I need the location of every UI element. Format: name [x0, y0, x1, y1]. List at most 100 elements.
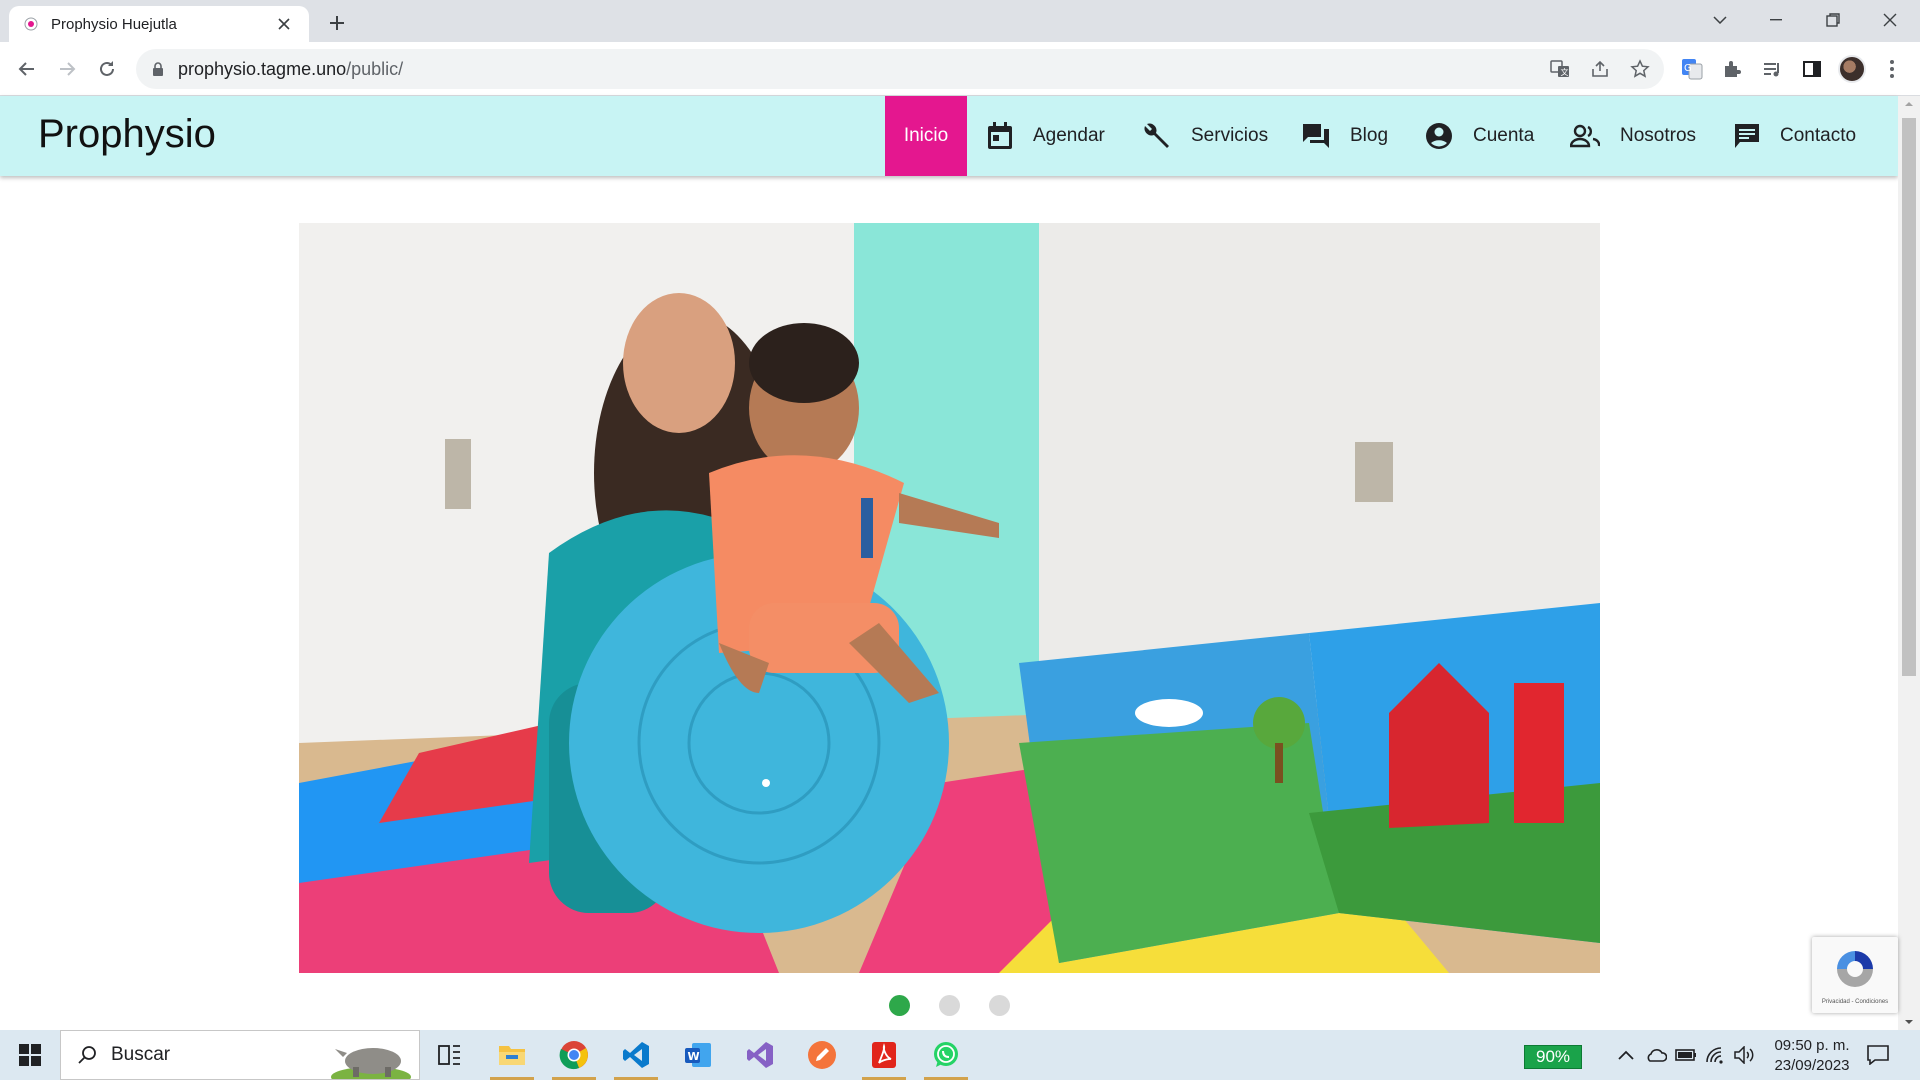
recaptcha-terms[interactable]: Privacidad - Condiciones	[1812, 999, 1898, 1005]
restore-button[interactable]	[1805, 0, 1861, 40]
tab-title: Prophysio Huejutla	[51, 15, 177, 33]
svg-text:W: W	[688, 1050, 700, 1063]
translate-icon[interactable]: 文	[1548, 57, 1572, 81]
side-panel-icon[interactable]	[1798, 55, 1826, 83]
nav-servicios-label: Servicios	[1191, 125, 1269, 146]
url-path: /public/	[346, 58, 404, 79]
nav-servicios[interactable]: Servicios	[1143, 96, 1268, 176]
acrobat-icon	[872, 1042, 896, 1068]
lock-icon[interactable]	[152, 62, 164, 76]
search-highlight-rhino-icon	[331, 1048, 411, 1079]
hero-carousel[interactable]	[299, 223, 1600, 973]
taskbar-search-box[interactable]: Buscar	[60, 1030, 420, 1080]
scroll-up-arrow-icon[interactable]	[1898, 96, 1920, 112]
url-host: prophysio.tagme.uno	[178, 58, 347, 79]
carousel-dot-1[interactable]	[888, 995, 910, 1016]
nav-nosotros-label: Nosotros	[1620, 125, 1697, 146]
forward-button[interactable]	[51, 53, 83, 85]
word-app[interactable]: W	[670, 1030, 726, 1080]
windows-taskbar: Buscar W 90% 09:50 p. m. 23/09/2023	[0, 1030, 1920, 1080]
bookmark-star-icon[interactable]	[1628, 57, 1652, 81]
calendar-icon	[988, 122, 1012, 149]
site-favicon-icon	[23, 16, 39, 32]
share-icon[interactable]	[1588, 57, 1612, 81]
browser-toolbar: prophysio.tagme.uno/public/ 文 G	[0, 42, 1920, 96]
back-button[interactable]	[11, 53, 43, 85]
nav-contacto-label: Contacto	[1780, 125, 1857, 146]
recaptcha-logo-icon	[1837, 951, 1873, 987]
chrome-menu-icon[interactable]	[1878, 55, 1906, 83]
whatsapp-app[interactable]	[918, 1030, 974, 1080]
onedrive-cloud-icon[interactable]	[1644, 1043, 1668, 1067]
close-window-button[interactable]	[1862, 0, 1918, 40]
site-brand[interactable]: Prophysio	[38, 112, 216, 157]
media-queue-icon[interactable]	[1758, 55, 1786, 83]
people-icon	[1570, 124, 1600, 148]
forum-icon	[1303, 124, 1329, 148]
carousel-dot-3[interactable]	[988, 995, 1010, 1016]
vscode-app[interactable]	[608, 1030, 664, 1080]
acrobat-app[interactable]	[856, 1030, 912, 1080]
taskbar-clock[interactable]: 09:50 p. m. 23/09/2023	[1766, 1036, 1858, 1076]
clock-date: 23/09/2023	[1774, 1057, 1850, 1074]
browser-tab[interactable]: Prophysio Huejutla	[9, 6, 309, 42]
chat-icon	[1735, 124, 1759, 148]
nav-cuenta[interactable]: Cuenta	[1425, 96, 1534, 176]
battery-icon[interactable]	[1674, 1043, 1698, 1067]
clock-time: 09:50 p. m.	[1774, 1037, 1850, 1054]
tab-search-icon[interactable]	[1692, 0, 1748, 40]
show-hidden-icons-chevron-icon[interactable]	[1614, 1043, 1638, 1067]
file-explorer-app[interactable]	[484, 1030, 540, 1080]
extensions-puzzle-icon[interactable]	[1718, 55, 1746, 83]
site-navbar: Prophysio Inicio Agendar Servicios Blog …	[0, 96, 1898, 176]
svg-text:G: G	[1684, 63, 1692, 74]
scroll-down-arrow-icon[interactable]	[1898, 1014, 1920, 1030]
chrome-app[interactable]	[546, 1030, 602, 1080]
scrollbar-thumb[interactable]	[1902, 118, 1916, 676]
account-circle-icon	[1426, 123, 1452, 149]
nav-blog[interactable]: Blog	[1302, 96, 1388, 176]
nav-blog-label: Blog	[1350, 125, 1389, 146]
search-icon	[78, 1046, 96, 1064]
nav-cuenta-label: Cuenta	[1473, 125, 1535, 146]
taskbar-search-placeholder: Buscar	[111, 1044, 171, 1065]
volume-icon[interactable]	[1733, 1043, 1757, 1067]
carousel-dot-2[interactable]	[938, 995, 960, 1016]
reload-button[interactable]	[91, 53, 123, 85]
minimize-button[interactable]	[1748, 0, 1804, 40]
pencil-app-icon	[808, 1041, 836, 1069]
notifications-icon[interactable]	[1866, 1043, 1890, 1067]
page-scrollbar[interactable]	[1898, 96, 1920, 1030]
task-view-icon	[438, 1045, 460, 1065]
visual-studio-app[interactable]	[732, 1030, 788, 1080]
address-bar[interactable]: prophysio.tagme.uno/public/ 文	[136, 49, 1664, 89]
browser-tab-strip: Prophysio Huejutla	[0, 0, 1920, 42]
visual-studio-icon	[747, 1042, 773, 1068]
folder-icon	[499, 1046, 525, 1065]
wifi-icon[interactable]	[1704, 1043, 1728, 1067]
windows-logo-icon	[19, 1044, 41, 1066]
svg-text:文: 文	[1561, 67, 1569, 77]
chrome-icon	[559, 1041, 588, 1070]
carousel-slide-image	[299, 223, 1600, 973]
nav-agendar[interactable]: Agendar	[987, 96, 1105, 176]
nav-agendar-label: Agendar	[1033, 125, 1105, 146]
nav-contacto[interactable]: Contacto	[1734, 96, 1856, 176]
tab-close-icon[interactable]	[273, 13, 295, 35]
whatsapp-icon	[934, 1042, 958, 1067]
windows-start-button[interactable]	[2, 1030, 58, 1080]
recaptcha-badge[interactable]: Privacidad - Condiciones	[1812, 937, 1898, 1013]
task-view-button[interactable]	[422, 1030, 478, 1080]
battery-percentage-badge[interactable]: 90%	[1524, 1045, 1582, 1069]
draw-app[interactable]	[794, 1030, 850, 1080]
word-icon: W	[685, 1043, 711, 1067]
google-translate-extension-icon[interactable]: G	[1678, 55, 1706, 83]
wrench-icon	[1144, 123, 1169, 148]
carousel-indicators	[0, 995, 1898, 1017]
new-tab-button[interactable]	[322, 8, 352, 38]
vscode-icon	[623, 1042, 649, 1068]
nav-nosotros[interactable]: Nosotros	[1570, 96, 1696, 176]
profile-avatar[interactable]	[1838, 55, 1866, 83]
nav-inicio-label: Inicio	[903, 125, 949, 146]
nav-inicio[interactable]: Inicio	[885, 96, 967, 176]
